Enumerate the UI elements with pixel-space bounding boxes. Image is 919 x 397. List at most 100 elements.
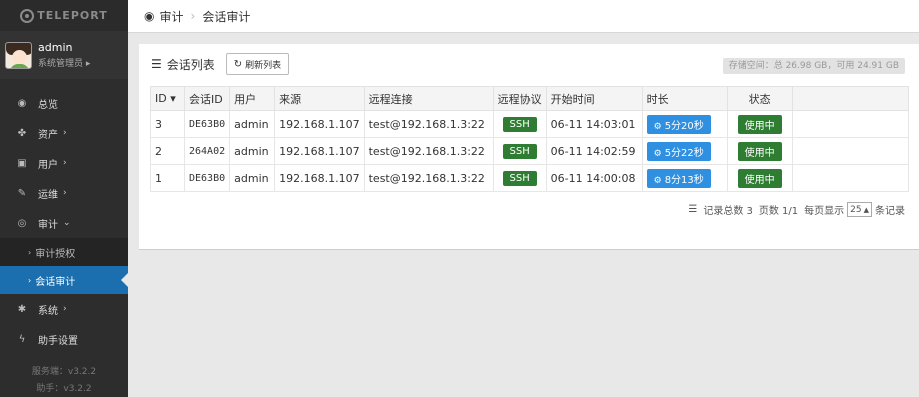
list-icon: ☰ (151, 57, 162, 71)
list-icon: ☰ (688, 204, 698, 215)
eye-icon: ◎ (17, 217, 27, 229)
chevron-right-icon: › (28, 247, 32, 257)
sidebar-item-label: 资产 (38, 129, 58, 141)
breadcrumb-section[interactable]: 审计 (159, 8, 183, 25)
gear-icon: ⚙ (653, 175, 662, 186)
table-row: 3 DE63B0 admin 192.168.1.107 test@192.16… (150, 110, 909, 138)
sidebar: TELEPORT admin 系统管理员 ▸ ◉ 总览 ✤ 资产 › ▣ 用户 … (0, 0, 128, 397)
cubes-icon: ✤ (17, 127, 27, 139)
sidebar-item-helper-settings[interactable]: ϟ 助手设置 (0, 324, 128, 354)
cell-actions (791, 110, 909, 138)
chevron-right-icon: › (63, 304, 67, 314)
column-header-actions (791, 86, 909, 111)
cell-id: 1 (150, 164, 185, 192)
cell-user: admin (229, 164, 276, 192)
column-header-session-id: 会话ID (183, 86, 231, 111)
cell-remote: test@192.168.1.3:22 (363, 137, 494, 165)
storage-info: 存储空间：总 26.98 GB，可用 24.91 GB (722, 58, 905, 74)
duration-badge: ⚙ 5分22秒 (646, 141, 711, 161)
helper-version: 助手：v3.2.2 (36, 384, 92, 394)
column-header-status: 状态 (726, 86, 793, 111)
eye-icon: ◉ (144, 9, 155, 23)
sidebar-item-audit[interactable]: ◎ 审计 ⌄ (0, 208, 128, 238)
sidebar-item-system[interactable]: ✱ 系统 › (0, 294, 128, 324)
column-header-id[interactable]: ID ▾ (150, 86, 185, 111)
protocol-badge: SSH (502, 143, 537, 159)
per-page-label: 每页显示 (804, 206, 845, 217)
avatar (5, 41, 32, 69)
gears-icon: ✱ (17, 303, 27, 315)
record-total: 记录总数 3 (703, 206, 753, 217)
status-badge: 使用中 (737, 141, 782, 161)
sidebar-item-label: 审计 (38, 219, 58, 231)
cell-id: 2 (150, 137, 185, 165)
cell-source: 192.168.1.107 (274, 164, 365, 192)
chevron-down-icon: ⌄ (63, 218, 71, 228)
sort-desc-icon: ▾ (170, 92, 176, 105)
chevron-right-icon: › (63, 158, 67, 168)
chevron-right-icon: › (28, 275, 32, 285)
cell-user: admin (229, 137, 276, 165)
sidebar-subitem-session-audit[interactable]: › 会话审计 (0, 266, 128, 294)
status-badge: 使用中 (737, 168, 782, 188)
logo-icon (20, 8, 35, 23)
user-card-icon: ▣ (17, 157, 27, 169)
page-count: 页数 1/1 (758, 206, 799, 217)
sidebar-item-label: 助手设置 (38, 335, 78, 347)
gear-icon: ⚙ (653, 148, 662, 159)
sidebar-item-label: 用户 (38, 159, 58, 171)
column-header-remote: 远程连接 (363, 86, 494, 111)
sidebar-item-users[interactable]: ▣ 用户 › (0, 148, 128, 178)
duration-badge: ⚙ 8分13秒 (646, 168, 711, 188)
cell-remote: test@192.168.1.3:22 (363, 164, 494, 192)
table-row: 2 264A02 admin 192.168.1.107 test@192.16… (150, 137, 909, 165)
sidebar-item-assets[interactable]: ✤ 资产 › (0, 118, 128, 148)
user-box[interactable]: admin 系统管理员 ▸ (0, 31, 128, 79)
cell-start-time: 06-11 14:00:08 (545, 164, 643, 192)
cell-remote: test@192.168.1.3:22 (363, 110, 494, 138)
pagination: ☰ 记录总数 3 页数 1/1 每页显示 25 ▲ 条记录 (682, 202, 905, 217)
per-page-suffix: 条记录 (875, 206, 905, 217)
gear-icon: ⚙ (653, 121, 662, 132)
sidebar-item-overview[interactable]: ◉ 总览 (0, 88, 128, 118)
sidebar-item-label: 运维 (38, 189, 58, 201)
sidebar-subitem-audit-auth[interactable]: › 审计授权 (0, 238, 128, 266)
column-header-source: 来源 (274, 86, 365, 111)
panel-title: 会话列表 (166, 57, 215, 72)
column-header-protocol: 远程协议 (492, 86, 547, 111)
session-table: ID ▾ 会话ID 用户 来源 远程连接 远程协议 开始时间 时长 状态 3 D… (150, 86, 909, 192)
refresh-button[interactable]: ↻ 刷新列表 (225, 53, 290, 75)
cell-actions (791, 164, 909, 192)
cell-source: 192.168.1.107 (274, 137, 365, 165)
user-role[interactable]: 系统管理员 ▸ (38, 56, 90, 69)
bolt-icon: ϟ (18, 333, 26, 345)
cell-session-id: DE63B0 (183, 110, 231, 138)
caret-up-icon: ▲ (863, 205, 869, 214)
column-header-duration: 时长 (641, 86, 728, 111)
cell-source: 192.168.1.107 (274, 110, 365, 138)
cell-session-id: 264A02 (183, 137, 231, 165)
protocol-badge: SSH (502, 170, 537, 186)
sidebar-item-ops[interactable]: ✎ 运维 › (0, 178, 128, 208)
per-page-select[interactable]: 25 ▲ (847, 202, 872, 217)
cell-start-time: 06-11 14:03:01 (545, 110, 643, 138)
chevron-right-icon: › (63, 188, 67, 198)
table-row: 1 DE63B0 admin 192.168.1.107 test@192.16… (150, 164, 909, 192)
dashboard-icon: ◉ (17, 97, 27, 109)
logo-text: TELEPORT (37, 9, 108, 22)
refresh-icon: ↻ (233, 58, 243, 70)
breadcrumb-separator: › (190, 9, 196, 23)
column-header-user: 用户 (229, 86, 276, 111)
column-header-start-time: 开始时间 (545, 86, 643, 111)
sidebar-item-label: 系统 (38, 305, 58, 317)
wrench-icon: ✎ (17, 187, 27, 199)
breadcrumb: ◉ 审计 › 会话审计 (128, 0, 919, 33)
sidebar-subitem-label: 会话审计 (35, 276, 76, 288)
user-name: admin (38, 41, 73, 54)
sidebar-item-label: 总览 (38, 99, 58, 111)
cell-user: admin (229, 110, 276, 138)
cell-start-time: 06-11 14:02:59 (545, 137, 643, 165)
status-badge: 使用中 (737, 114, 782, 134)
app-logo[interactable]: TELEPORT (0, 0, 128, 31)
cell-id: 3 (150, 110, 185, 138)
